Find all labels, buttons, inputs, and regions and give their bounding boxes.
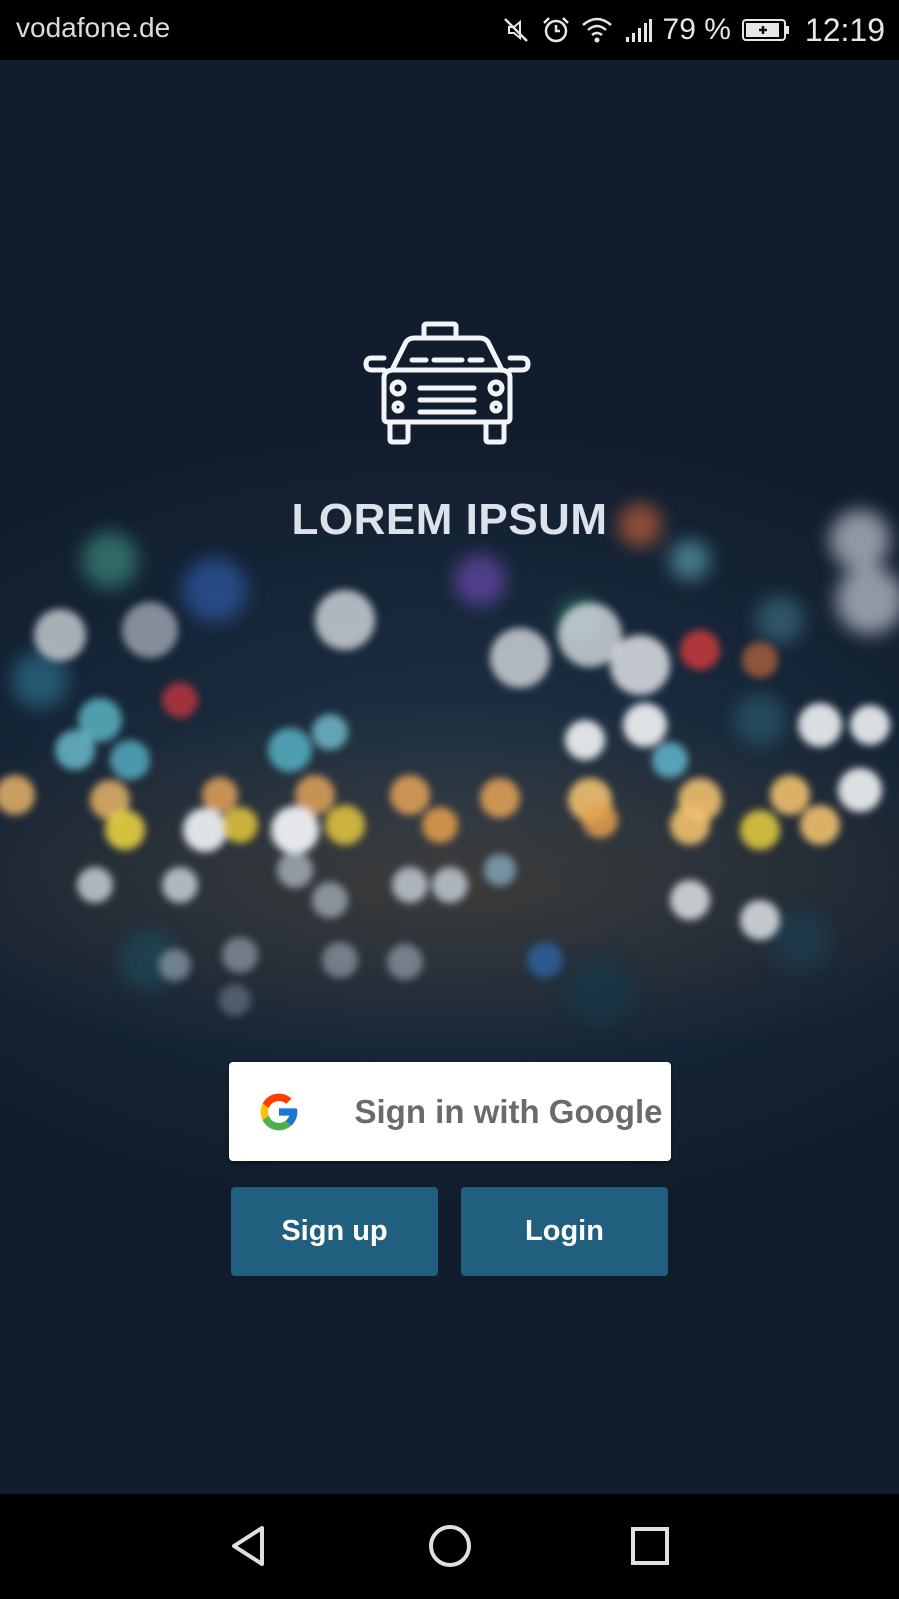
home-icon[interactable] xyxy=(420,1516,480,1576)
alarm-icon xyxy=(541,15,571,45)
recent-apps-icon[interactable] xyxy=(620,1516,680,1576)
battery-percent: 79 % xyxy=(662,13,731,46)
wifi-icon xyxy=(581,15,613,45)
google-icon xyxy=(257,1090,301,1134)
status-bar: vodafone.de 79 % 12:19 xyxy=(0,0,899,60)
back-icon[interactable] xyxy=(220,1516,280,1576)
mute-icon xyxy=(501,15,531,45)
signal-icon xyxy=(623,15,653,45)
screen: vodafone.de 79 % 12:19 LOREM IPSUM Sign … xyxy=(0,0,899,1599)
google-signin-label: Sign in with Google xyxy=(354,1093,663,1130)
carrier-name: vodafone.de xyxy=(16,12,171,43)
taxi-icon xyxy=(362,320,532,450)
login-button[interactable]: Login xyxy=(461,1187,668,1276)
background-bokeh-image xyxy=(0,60,899,1494)
google-signin-button[interactable]: Sign in with Google xyxy=(229,1062,671,1161)
app-title: LOREM IPSUM xyxy=(291,495,608,544)
navigation-bar xyxy=(0,1494,899,1599)
battery-charging-icon xyxy=(741,17,791,43)
status-time: 12:19 xyxy=(804,11,885,48)
status-icons: 79 % 12:19 xyxy=(501,0,885,60)
signup-button[interactable]: Sign up xyxy=(231,1187,438,1276)
